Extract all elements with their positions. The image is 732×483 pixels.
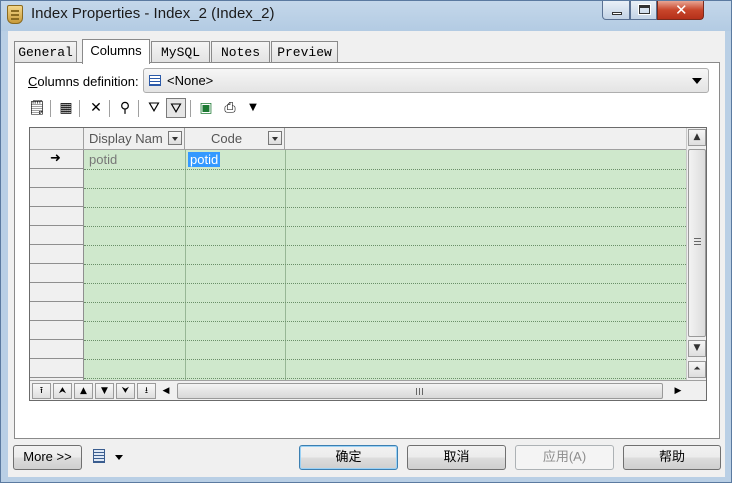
- app-icon[interactable]: [7, 5, 23, 24]
- columns-grid[interactable]: Display Nam Code ➜ potid potid ▲ ▼ ⏶ ⭱ ⮝…: [29, 127, 707, 401]
- row-divider: [84, 207, 686, 208]
- cell-code-editor[interactable]: potid: [188, 152, 221, 167]
- apply-button[interactable]: 应用(A): [515, 445, 614, 470]
- print-icon[interactable]: ⎙: [220, 98, 240, 118]
- minimize-button[interactable]: [602, 1, 630, 20]
- chevron-down-icon[interactable]: [115, 455, 123, 460]
- grid-navigation-bar: ⭱ ⮝ ▲ ▼ ⮟ ⭳ ◀ ▶: [30, 380, 706, 400]
- scroll-left-icon[interactable]: ◀: [158, 383, 174, 399]
- row-header[interactable]: [30, 340, 84, 359]
- row-divider: [84, 245, 686, 246]
- tab-mysql[interactable]: MySQL: [151, 41, 210, 63]
- move-page-down-icon[interactable]: ⮟: [116, 383, 135, 399]
- scroll-up-icon[interactable]: ▲: [688, 129, 706, 146]
- horizontal-scrollbar[interactable]: ◀ ▶: [158, 382, 686, 400]
- row-header[interactable]: [30, 226, 84, 245]
- row-header[interactable]: [30, 302, 84, 321]
- cell-display-name[interactable]: potid: [89, 152, 117, 167]
- page-icon[interactable]: [93, 449, 105, 463]
- move-up-icon[interactable]: ▲: [74, 383, 93, 399]
- row-divider: [84, 340, 686, 341]
- row-divider: [84, 283, 686, 284]
- add-columns-icon[interactable]: ▦: [56, 98, 76, 118]
- dropdown-arrow-icon[interactable]: ▼: [243, 98, 263, 118]
- row-header[interactable]: [30, 321, 84, 340]
- window-title: Index Properties - Index_2 (Index_2): [31, 5, 275, 22]
- close-icon: ✕: [675, 1, 688, 19]
- toolbar-separator: [50, 100, 51, 117]
- row-divider: [84, 264, 686, 265]
- current-row-arrow-icon: ➜: [50, 150, 61, 165]
- chevron-down-icon: [692, 78, 702, 84]
- find-icon[interactable]: ⚲: [115, 98, 135, 118]
- cancel-button[interactable]: 取消: [407, 445, 506, 470]
- vertical-scrollbar[interactable]: ▲ ▼ ⏶: [686, 128, 706, 380]
- move-top-icon[interactable]: ⭱: [32, 383, 51, 399]
- excel-export-icon[interactable]: ▣: [196, 98, 216, 118]
- row-header[interactable]: [30, 245, 84, 264]
- chevron-down-icon[interactable]: [268, 131, 282, 145]
- minimize-icon: [612, 12, 622, 15]
- row-header[interactable]: [30, 169, 84, 188]
- columns-definition-value: <None>: [167, 73, 214, 88]
- move-down-icon[interactable]: ▼: [95, 383, 114, 399]
- help-button[interactable]: 帮助: [623, 445, 721, 470]
- close-button[interactable]: ✕: [657, 1, 704, 20]
- row-divider: [84, 302, 686, 303]
- maximize-button[interactable]: [630, 1, 657, 20]
- delete-icon[interactable]: ✕: [86, 98, 106, 118]
- filter-icon[interactable]: ⛛: [144, 98, 164, 118]
- grid-header-row: Display Nam Code: [30, 128, 706, 150]
- toolbar-separator: [109, 100, 110, 117]
- row-divider: [84, 378, 686, 379]
- tab-preview[interactable]: Preview: [271, 41, 338, 63]
- columns-tab-panel: Columns definition: <None> 🗒 ▦ ✕ ⚲ ⛛ ⛛ ▣…: [14, 62, 720, 439]
- grip-icon: [416, 388, 423, 395]
- row-divider: [84, 169, 686, 170]
- row-divider: [84, 226, 686, 227]
- filter-active-icon[interactable]: ⛛: [166, 98, 186, 118]
- tab-notes[interactable]: Notes: [211, 41, 270, 63]
- row-header[interactable]: [30, 359, 84, 378]
- horizontal-scroll-thumb[interactable]: [177, 383, 663, 399]
- grid-corner-cell: [30, 128, 84, 150]
- tab-columns[interactable]: Columns: [82, 39, 150, 64]
- toolbar-separator: [190, 100, 191, 117]
- scroll-page-up-icon[interactable]: ⏶: [688, 361, 706, 378]
- grid-toolbar: 🗒 ▦ ✕ ⚲ ⛛ ⛛ ▣ ⎙ ▼: [27, 97, 717, 119]
- title-bar[interactable]: Index Properties - Index_2 (Index_2) ✕: [1, 1, 731, 29]
- chevron-down-icon[interactable]: [168, 131, 182, 145]
- row-divider: [84, 321, 686, 322]
- grip-icon: [694, 238, 701, 245]
- dialog-client-area: General Columns MySQL Notes Preview Colu…: [8, 31, 725, 477]
- row-header[interactable]: [30, 207, 84, 226]
- toolbar-separator: [79, 100, 80, 117]
- columns-definition-select[interactable]: <None>: [143, 68, 709, 93]
- ok-button[interactable]: 确定: [299, 445, 398, 470]
- move-bottom-icon[interactable]: ⭳: [137, 383, 156, 399]
- vertical-scroll-thumb[interactable]: [688, 149, 706, 337]
- tab-general[interactable]: General: [14, 41, 77, 63]
- more-button[interactable]: More >>: [13, 445, 82, 470]
- row-header[interactable]: [30, 188, 84, 207]
- move-page-up-icon[interactable]: ⮝: [53, 383, 72, 399]
- maximize-icon: [638, 4, 651, 15]
- row-divider: [84, 359, 686, 360]
- scroll-right-icon[interactable]: ▶: [670, 383, 686, 399]
- toolbar-separator: [138, 100, 139, 117]
- list-icon: [149, 75, 161, 86]
- row-divider: [84, 188, 686, 189]
- scroll-down-icon[interactable]: ▼: [688, 340, 706, 357]
- properties-icon[interactable]: 🗒: [27, 98, 47, 118]
- index-properties-window: Index Properties - Index_2 (Index_2) ✕ G…: [0, 0, 732, 483]
- columns-definition-label: Columns definition:: [28, 74, 139, 89]
- row-header[interactable]: [30, 283, 84, 302]
- row-header[interactable]: [30, 264, 84, 283]
- row-header-current[interactable]: ➜: [30, 150, 84, 169]
